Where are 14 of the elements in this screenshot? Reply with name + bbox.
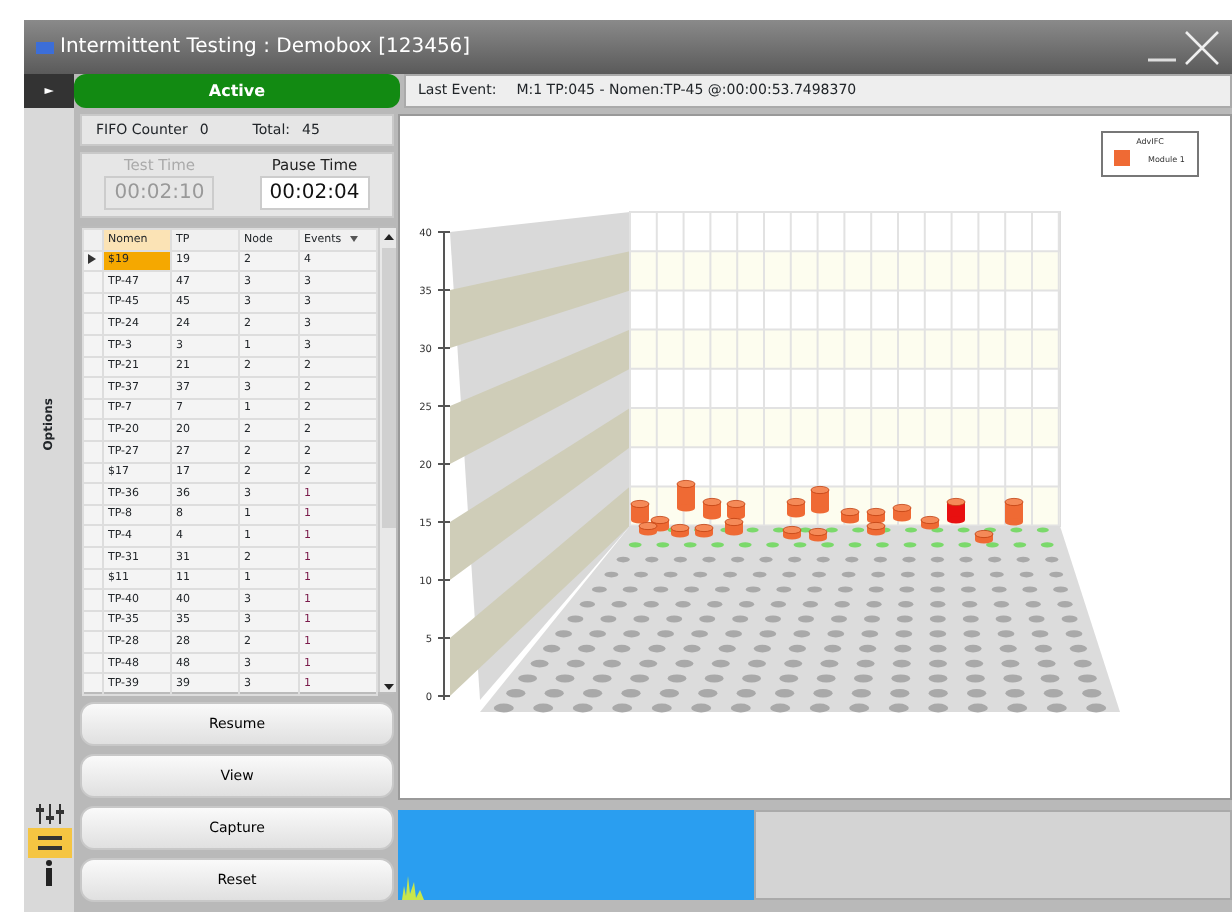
tool-button[interactable]: [27, 828, 71, 858]
info-icon: [46, 860, 52, 886]
timer-value: 00:02:10: [104, 176, 215, 211]
vertical-scrollbar[interactable]: [378, 228, 396, 692]
app-icon: [36, 39, 54, 55]
legend-swatch: [1114, 150, 1130, 166]
window-title: Intermittent Testing : Demobox [123456]: [60, 34, 471, 62]
timer-value: 00:02:04: [259, 176, 370, 211]
sliders-icon: [33, 799, 65, 827]
status-indicator: Active: [74, 74, 400, 108]
close-icon[interactable]: [1184, 29, 1220, 65]
filter-caret-icon[interactable]: [349, 235, 358, 242]
legend-background: [1101, 131, 1199, 177]
current-row-icon: [88, 254, 96, 265]
